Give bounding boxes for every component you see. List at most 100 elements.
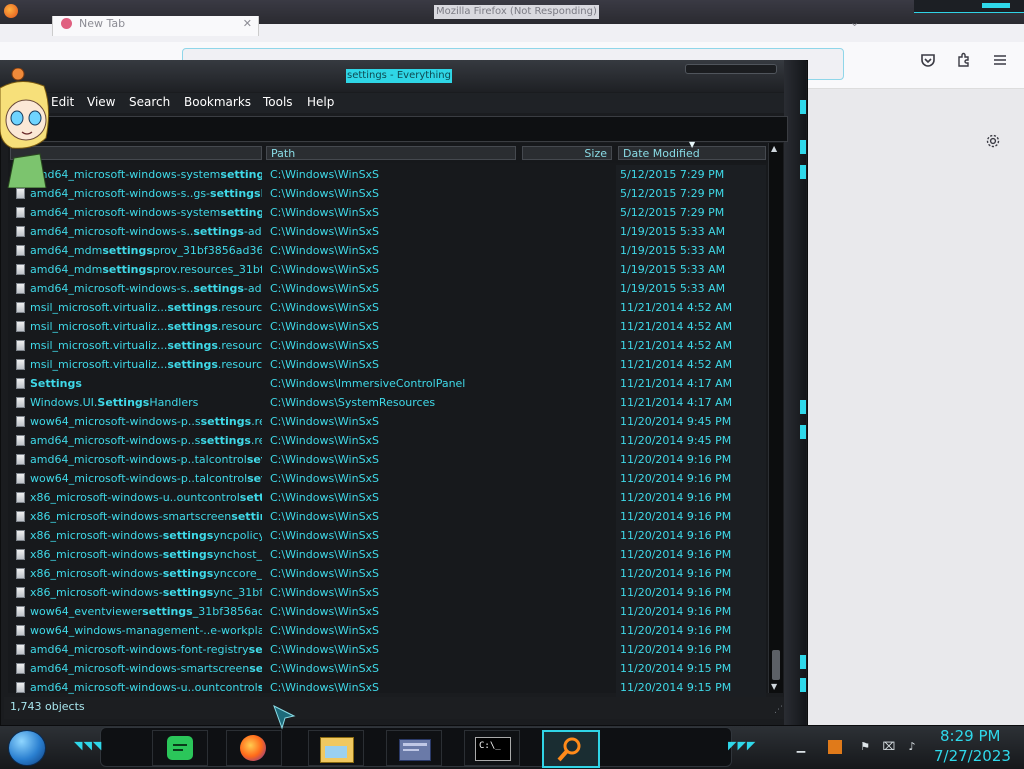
table-row[interactable]: amd64_mdmsettingsprov.resources_31bf3...…	[8, 260, 768, 279]
resize-grip-icon[interactable]: ⋰	[774, 705, 783, 715]
taskbar-search-everything[interactable]	[542, 730, 600, 768]
row-path: C:\Windows\WinSxS	[270, 339, 380, 352]
hamburger-menu-icon[interactable]	[989, 52, 1011, 74]
settings-gear-icon[interactable]	[982, 133, 1004, 155]
network-icon[interactable]: ⌧	[882, 740, 896, 754]
tab-list-chevron-icon[interactable]: ⌄	[850, 16, 859, 29]
row-date-modified: 1/19/2015 5:33 AM	[616, 279, 766, 298]
file-icon	[16, 435, 25, 446]
terminal-prompt: C:\_	[479, 741, 501, 751]
table-row[interactable]: x86_microsoft-windows-settingsync_31bf38…	[8, 583, 768, 602]
row-date-modified: 11/20/2014 9:16 PM	[616, 602, 766, 621]
scrollbar-thumb[interactable]	[772, 650, 780, 680]
row-name: x86_microsoft-windows-settingsyncpolicy_…	[30, 526, 262, 545]
menu-view[interactable]: View	[87, 95, 115, 109]
file-icon	[16, 587, 25, 598]
row-path: C:\Windows\WinSxS	[270, 605, 380, 618]
taskbar-file-explorer[interactable]	[308, 730, 364, 766]
file-icon	[16, 644, 25, 655]
table-row[interactable]: Settings C:\Windows\ImmersiveControlPanel…	[8, 374, 768, 393]
table-row[interactable]: amd64_microsoft-windows-systemsettings..…	[8, 203, 768, 222]
file-icon	[16, 397, 25, 408]
tray-overflow-icon[interactable]: ▁	[794, 740, 808, 754]
table-row[interactable]: msil_microsoft.virtualiz...settings.reso…	[8, 317, 768, 336]
file-icon	[16, 549, 25, 560]
row-date-modified: 11/20/2014 9:45 PM	[616, 412, 766, 431]
table-row[interactable]: msil_microsoft.virtualiz...settings.reso…	[8, 298, 768, 317]
row-date-modified: 11/20/2014 9:16 PM	[616, 450, 766, 469]
table-row[interactable]: amd64_microsoft-windows-smartscreenset..…	[8, 659, 768, 678]
name-match-highlight: Settings	[97, 396, 150, 409]
table-row[interactable]: wow64_eventviewersettings_31bf3856ad36..…	[8, 602, 768, 621]
row-date-modified: 11/20/2014 9:16 PM	[616, 564, 766, 583]
table-row[interactable]: wow64_windows-management-..e-workplac...…	[8, 621, 768, 640]
name-part: yncpolicy_3...	[213, 529, 262, 542]
table-row[interactable]: Windows.UI.SettingsHandlers C:\Windows\Sy…	[8, 393, 768, 412]
table-row[interactable]: x86_microsoft-windows-smartscreensettin.…	[8, 507, 768, 526]
table-row[interactable]: x86_microsoft-windows-settingsynchost_31…	[8, 545, 768, 564]
name-part: .resources...	[217, 339, 262, 352]
table-row[interactable]: amd64_microsoft-windows-p..talcontrolset…	[8, 450, 768, 469]
tray-app-icon[interactable]	[828, 740, 842, 754]
scroll-down-icon[interactable]: ▼	[771, 682, 777, 691]
name-match-highlight: set...	[246, 453, 262, 466]
table-row[interactable]: x86_microsoft-windows-settingsyncpolicy_…	[8, 526, 768, 545]
row-date-modified: 11/20/2014 9:15 PM	[616, 659, 766, 678]
tab-label: New Tab	[79, 17, 126, 30]
name-match-highlight: settings	[102, 263, 153, 276]
table-row[interactable]: amd64_mdmsettingsprov_31bf3856ad364e... C…	[8, 241, 768, 260]
table-row[interactable]: amd64_microsoft-windows-s..gs-settingsh.…	[8, 184, 768, 203]
table-row[interactable]: amd64_microsoft-windows-u..ountcontrolse…	[8, 678, 768, 697]
name-match-highlight: settings	[162, 529, 214, 542]
menu-help[interactable]: Help	[307, 95, 334, 109]
search-input[interactable]	[8, 116, 788, 142]
tab-new-tab[interactable]: New Tab ✕	[52, 16, 259, 36]
column-path[interactable]: Path	[266, 146, 516, 160]
extensions-icon[interactable]	[953, 52, 975, 74]
clock-time[interactable]: 8:29 PM	[940, 727, 1000, 745]
row-date-modified: 1/19/2015 5:33 AM	[616, 241, 766, 260]
action-center-flag-icon[interactable]: ⚑	[858, 740, 872, 754]
scroll-up-icon[interactable]: ▲	[771, 144, 777, 153]
taskbar-firefox[interactable]	[226, 730, 282, 766]
table-row[interactable]: amd64_microsoft-windows-font-registryset…	[8, 640, 768, 659]
taskbar-terminal[interactable]: C:\_	[464, 730, 520, 766]
menu-bookmarks[interactable]: Bookmarks	[184, 95, 251, 109]
table-row[interactable]: wow64_microsoft-windows-p..talcontrolset…	[8, 469, 768, 488]
table-row[interactable]: x86_microsoft-windows-u..ountcontrolsett…	[8, 488, 768, 507]
start-button[interactable]	[8, 730, 46, 766]
name-part: -ad...	[243, 225, 262, 238]
table-row[interactable]: wow64_microsoft-windows-p..ssettings.res…	[8, 412, 768, 431]
taskbar-notes-app[interactable]	[152, 730, 208, 766]
name-part: amd64_microsoft-windows-smartscreen	[30, 662, 250, 675]
table-row[interactable]: amd64_microsoft-windows-p..ssettings.res…	[8, 431, 768, 450]
volume-icon[interactable]: ♪	[905, 740, 919, 754]
menu-tools[interactable]: Tools	[263, 95, 293, 109]
file-icon	[16, 663, 25, 674]
name-match-highlight: settings	[210, 187, 261, 200]
file-icon	[16, 283, 25, 294]
table-row[interactable]: amd64_microsoft-windows-systemsettings..…	[8, 165, 768, 184]
table-row[interactable]: amd64_microsoft-windows-s..settings-ad..…	[8, 222, 768, 241]
row-date-modified: 11/20/2014 9:16 PM	[616, 507, 766, 526]
row-name: amd64_microsoft-windows-s..settings-ad..…	[30, 279, 262, 298]
column-size[interactable]: Size	[522, 146, 612, 160]
menu-search[interactable]: Search	[129, 95, 170, 109]
file-icon	[16, 511, 25, 522]
row-path: C:\Windows\SystemResources	[270, 396, 436, 409]
row-path: C:\Windows\WinSxS	[270, 472, 380, 485]
name-part: amd64_microsoft-windows-p..talcontrol	[30, 453, 247, 466]
table-row[interactable]: x86_microsoft-windows-settingsynccore_31…	[8, 564, 768, 583]
vertical-scrollbar[interactable]	[768, 143, 783, 693]
name-match-highlight: settings	[193, 225, 244, 238]
tab-close-icon[interactable]: ✕	[243, 17, 252, 30]
taskbar-window-manager[interactable]	[386, 730, 442, 766]
table-row[interactable]: msil_microsoft.virtualiz...settings.reso…	[8, 336, 768, 355]
pocket-icon[interactable]	[917, 52, 939, 74]
file-icon	[16, 264, 25, 275]
name-part: prov_31bf3856ad364e...	[152, 244, 262, 257]
clock-date[interactable]: 7/27/2023	[934, 747, 1011, 765]
table-row[interactable]: msil_microsoft.virtualiz...settings.reso…	[8, 355, 768, 374]
table-row[interactable]: amd64_microsoft-windows-s..settings-ad..…	[8, 279, 768, 298]
name-match-highlight: settings	[162, 548, 214, 561]
